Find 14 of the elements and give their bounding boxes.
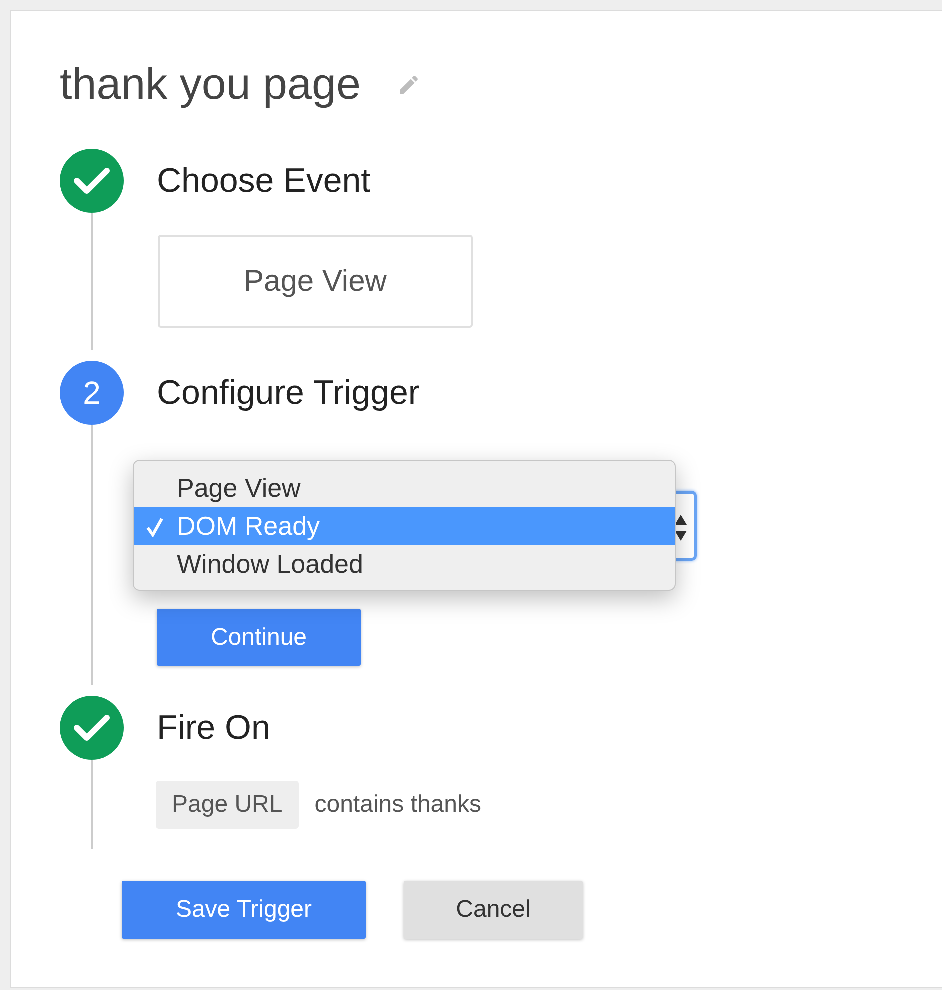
step-number: 2 — [60, 361, 124, 425]
save-button[interactable]: Save Trigger — [122, 881, 366, 939]
variable-chip: Page URL — [156, 781, 299, 829]
step-title: Choose Event — [157, 161, 372, 202]
step-title: Fire On — [157, 708, 272, 749]
cancel-button[interactable]: Cancel — [404, 881, 583, 939]
check-icon — [146, 517, 164, 537]
trigger-name: thank you page — [60, 59, 361, 111]
menu-option[interactable]: Window Loaded — [134, 545, 675, 583]
continue-button[interactable]: Continue — [157, 609, 361, 666]
event-card[interactable]: Page View — [158, 235, 473, 328]
condition-text: contains thanks — [314, 791, 482, 819]
menu-option[interactable]: Page View — [134, 469, 675, 507]
step-title: Configure Trigger — [157, 373, 421, 414]
